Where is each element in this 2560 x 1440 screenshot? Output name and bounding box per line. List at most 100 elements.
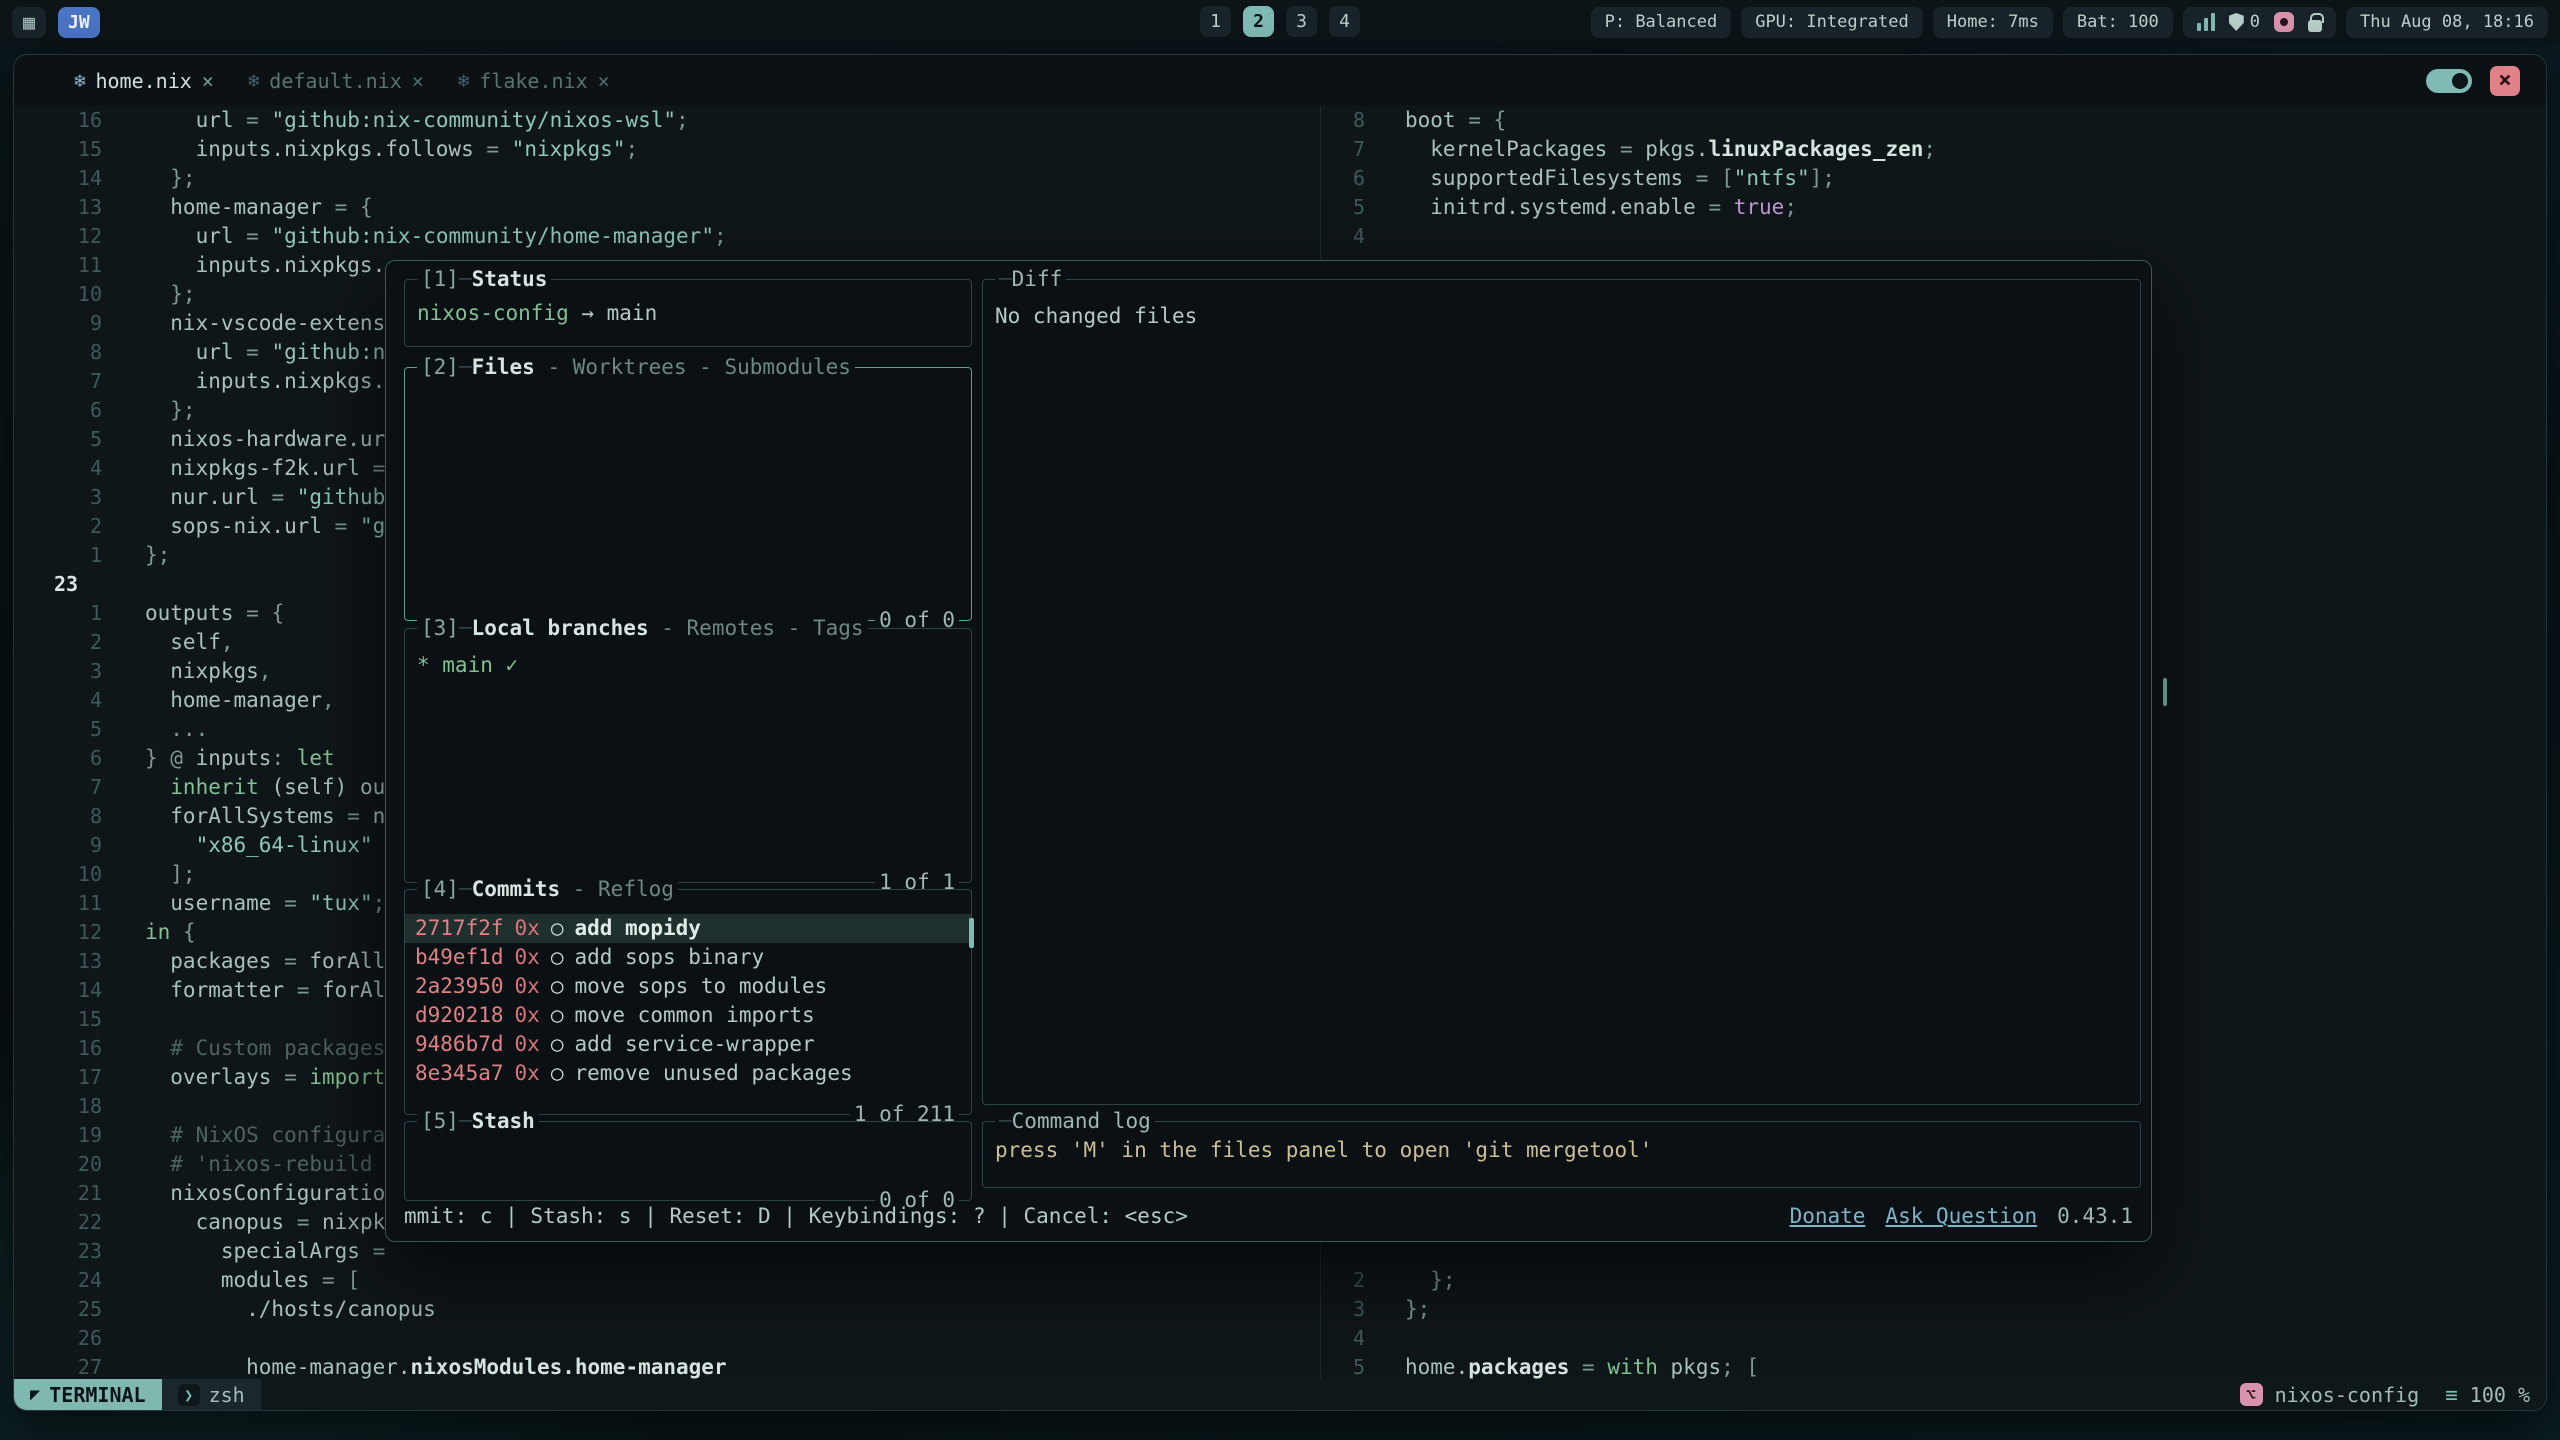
- code-line: 16 url = "github:nix-community/nixos-wsl…: [54, 106, 1320, 135]
- line-number: 12: [54, 918, 102, 947]
- workspace-button-1[interactable]: 1: [1200, 6, 1231, 37]
- panel-title-status: [1]─Status: [417, 265, 551, 294]
- diff-content: No changed files: [983, 280, 2140, 1104]
- commit-row[interactable]: 2717f2f0x○add mopidy: [405, 914, 971, 943]
- line-number: 14: [54, 976, 102, 1005]
- panel-title-diff: ─Diff: [995, 265, 1066, 294]
- lazygit-panel-stash[interactable]: [5]─Stash 0 of 0: [404, 1121, 972, 1201]
- commit-row[interactable]: 2a239500x○move sops to modules: [405, 972, 971, 1001]
- workspace-button-2[interactable]: 2: [1243, 6, 1274, 37]
- line-number: 18: [54, 1092, 102, 1121]
- panel-extra: - Reflog: [560, 875, 674, 904]
- shield-count: 0: [2250, 12, 2260, 32]
- git-branch-icon: ⌥: [2240, 1383, 2263, 1406]
- tab-label: default.nix: [269, 69, 401, 93]
- commit-row[interactable]: b49ef1d0x○add sops binary: [405, 943, 971, 972]
- repo-label: nixos-config: [2275, 1383, 2420, 1407]
- code-line: 24 modules = [: [54, 1266, 1320, 1295]
- tab-label: flake.nix: [479, 69, 587, 93]
- commits-scrollbar-thumb[interactable]: [969, 918, 974, 948]
- code-line: 5home.packages = with pkgs; [: [1331, 1353, 2546, 1379]
- right-pane-scrollbar-thumb[interactable]: [2163, 678, 2167, 706]
- line-number: 24: [54, 1266, 102, 1295]
- logo-badge[interactable]: JW: [58, 7, 100, 38]
- line-number: 15: [54, 1005, 102, 1034]
- lazygit-panel-commits[interactable]: [4]─Commits - Reflog 2717f2f0x○add mopid…: [404, 889, 972, 1115]
- line-number: 22: [54, 1208, 102, 1237]
- shield-indicator: 0: [2229, 12, 2260, 32]
- panel-title-files: [2]─Files - Worktrees - Submodules: [417, 353, 855, 382]
- border-dash: ─: [459, 265, 472, 294]
- lazygit-panel-diff[interactable]: ─Diff No changed files: [982, 279, 2141, 1105]
- tab-flake.nix[interactable]: ❄ flake.nix ×: [458, 69, 610, 93]
- tab-close-icon[interactable]: ×: [598, 69, 610, 93]
- tab-label: home.nix: [95, 69, 191, 93]
- code-line: 25 ./hosts/canopus: [54, 1295, 1320, 1324]
- panel-name: Commits: [472, 875, 561, 904]
- panel-title-commits: [4]─Commits - Reflog: [417, 875, 678, 904]
- lazygit-panel-files[interactable]: [2]─Files - Worktrees - Submodules 0 of …: [404, 367, 972, 621]
- lazygit-panel-command-log[interactable]: ─Command log press 'M' in the files pane…: [982, 1121, 2141, 1188]
- commit-row[interactable]: 9486b7d0x○add service-wrapper: [405, 1030, 971, 1059]
- lazygit-bottom-bar: mmit: c | Stash: s | Reset: D | Keybindi…: [404, 1202, 2133, 1231]
- line-number: 13: [54, 947, 102, 976]
- branch-line: → main: [569, 301, 658, 325]
- line-number: 23: [54, 1237, 102, 1266]
- line-number: 15: [54, 135, 102, 164]
- line-number: 4: [1331, 1324, 1365, 1353]
- code-line: 27 home-manager.nixosModules.home-manage…: [54, 1353, 1320, 1379]
- code-line: 26: [54, 1324, 1320, 1353]
- code-line: 8boot = {: [1331, 106, 2546, 135]
- apps-grid-icon: ▦: [23, 10, 35, 34]
- line-number: 13: [54, 193, 102, 222]
- topbar-pills: P: BalancedGPU: IntegratedHome: 7msBat: …: [1591, 7, 2173, 38]
- code-line: 5 initrd.systemd.enable = true;: [1331, 193, 2546, 222]
- shell-segment: ❯ zsh: [162, 1379, 261, 1410]
- window-controls: ×: [2426, 66, 2528, 96]
- status-pill-2: Home: 7ms: [1933, 7, 2053, 38]
- apps-grid-button[interactable]: ▦: [12, 7, 46, 38]
- line-number: 7: [1331, 135, 1365, 164]
- line-number: 23: [54, 570, 102, 599]
- code-line: 15 inputs.nixpkgs.follows = "nixpkgs";: [54, 135, 1320, 164]
- commit-row[interactable]: d9202180x○move common imports: [405, 1001, 971, 1030]
- lazygit-panel-status[interactable]: [1]─Status nixos-config → main: [404, 279, 972, 347]
- window-close-button[interactable]: ×: [2490, 66, 2520, 96]
- line-number: 5: [1331, 1353, 1365, 1379]
- line-number: 8: [1331, 106, 1365, 135]
- window-toggle[interactable]: [2426, 69, 2472, 93]
- branch-row[interactable]: * main ✓: [405, 629, 971, 882]
- code-line: 7 kernelPackages = pkgs.linuxPackages_ze…: [1331, 135, 2546, 164]
- link-donate[interactable]: Donate: [1790, 1202, 1866, 1231]
- mode-icon: ◤: [30, 1385, 40, 1405]
- tab-home.nix[interactable]: ❄ home.nix ×: [74, 69, 214, 93]
- line-number: 3: [1331, 1295, 1365, 1324]
- line-number: 11: [54, 889, 102, 918]
- line-number: 16: [54, 106, 102, 135]
- tab-default.nix[interactable]: ❄default.nix×: [248, 69, 424, 93]
- link-ask-question[interactable]: Ask Question: [1885, 1202, 2037, 1231]
- line-number: 7: [54, 367, 102, 396]
- line-number: 12: [54, 222, 102, 251]
- lazygit-panel-branches[interactable]: [3]─Local branches - Remotes - Tags * ma…: [404, 628, 972, 883]
- code-line: 4: [1331, 1324, 2546, 1353]
- version-label: 0.43.1: [2057, 1202, 2133, 1231]
- tab-close-icon[interactable]: ×: [412, 69, 424, 93]
- scroll-lines-icon: ≡: [2445, 1383, 2458, 1407]
- line-number: 5: [1331, 193, 1365, 222]
- nix-icon: ❄: [74, 70, 85, 92]
- line-number: 25: [54, 1295, 102, 1324]
- code-line: 3};: [1331, 1295, 2546, 1324]
- panel-number: [5]: [421, 1107, 459, 1136]
- commit-row[interactable]: 8e345a70x○remove unused packages: [405, 1059, 971, 1088]
- line-number: 4: [54, 454, 102, 483]
- line-number: 7: [54, 773, 102, 802]
- border-dash: ─: [459, 875, 472, 904]
- nix-icon: ❄: [458, 70, 469, 92]
- border-dash: ─: [459, 353, 472, 382]
- line-number: 4: [54, 686, 102, 715]
- workspace-button-4[interactable]: 4: [1329, 6, 1360, 37]
- workspace-button-3[interactable]: 3: [1286, 6, 1317, 37]
- tab-close-icon[interactable]: ×: [202, 69, 214, 93]
- panel-title-stash: [5]─Stash: [417, 1107, 539, 1136]
